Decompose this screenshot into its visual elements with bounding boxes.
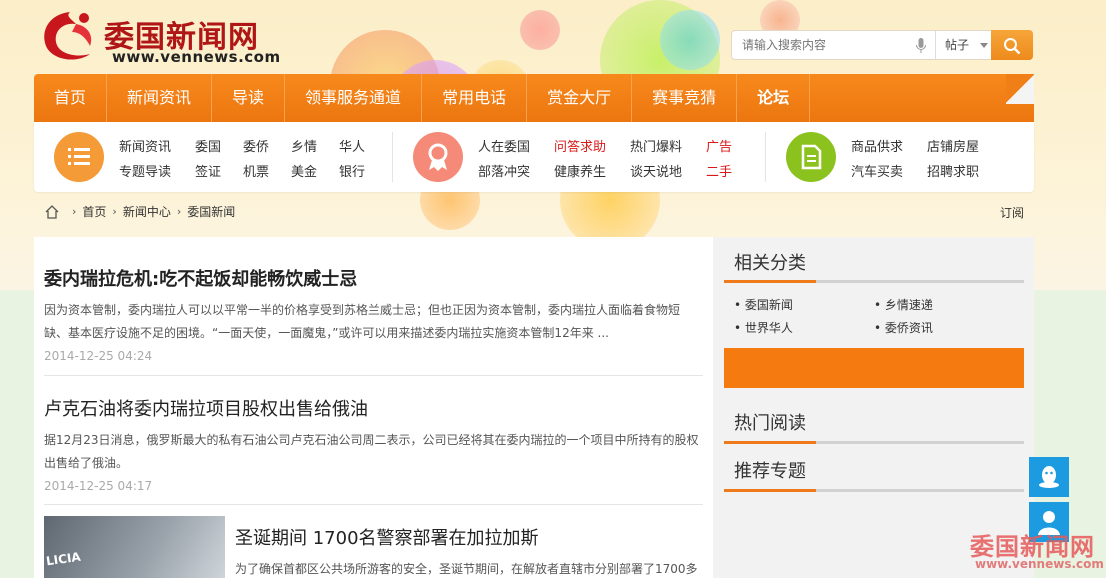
subnav-link[interactable]: 二手 (706, 161, 732, 180)
article-title[interactable]: 委内瑞拉危机:吃不起饭却能畅饮威士忌 (44, 265, 703, 291)
category-link[interactable]: • 委国新闻 (734, 296, 793, 313)
subnav-link[interactable]: 委国 (195, 136, 221, 155)
site-logo[interactable]: 委国新闻网 www.vennews.com (36, 6, 280, 66)
article-title[interactable]: 圣诞期间 1700名警察部署在加拉加斯 (235, 524, 703, 550)
watermark-url: www.vennews.com (975, 557, 1104, 571)
category-label: 乡情速递 (884, 298, 933, 312)
page-corner-decoration (1006, 74, 1034, 104)
chevron-right-icon: › (176, 205, 182, 218)
divider (765, 132, 766, 182)
subnav-link[interactable]: 机票 (243, 161, 269, 180)
subnav-link[interactable]: 人在委国 (478, 136, 530, 155)
subnav-link[interactable]: 汽车买卖 (851, 161, 903, 180)
news-category-icon (54, 132, 104, 182)
subnav-link[interactable]: 问答求助 (554, 136, 606, 155)
subnav-link[interactable]: 签证 (195, 161, 221, 180)
article-title[interactable]: 卢克石油将委内瑞拉项目股权出售给俄油 (44, 395, 703, 421)
search-bar: 帖子 (731, 30, 1033, 60)
market-category-icon (786, 132, 836, 182)
recommended-topics-heading: 推荐专题 (734, 461, 806, 482)
article-list: 委内瑞拉危机:吃不起饭却能畅饮威士忌 因为资本管制，委内瑞拉人可以以平常一半的价… (34, 237, 713, 578)
subnav-link[interactable]: 部落冲突 (478, 161, 530, 180)
category-link[interactable]: • 乡情速递 (874, 296, 933, 313)
category-link[interactable]: • 世界华人 (734, 319, 793, 336)
search-icon (1004, 38, 1021, 55)
qq-chat-button[interactable] (1029, 457, 1069, 497)
logo-mark-icon (44, 12, 92, 60)
breadcrumb-home[interactable]: 首页 (82, 203, 106, 220)
chevron-right-icon: › (112, 205, 117, 218)
article-thumbnail[interactable]: LICIA (44, 516, 225, 578)
logo-url: www.vennews.com (112, 48, 281, 66)
breadcrumb-news-center[interactable]: 新闻中心 (123, 203, 171, 220)
sidebar-banner[interactable] (724, 348, 1024, 388)
subnav-link[interactable]: 招聘求职 (927, 161, 979, 180)
decor-circle (520, 10, 560, 50)
subnav-link[interactable]: 华人 (339, 136, 365, 155)
search-scope-label: 帖子 (945, 38, 970, 52)
nav-item-betting[interactable]: 赛事竞猜 (632, 74, 738, 122)
category-label: 委国新闻 (744, 298, 793, 312)
subscribe-link[interactable]: 订阅 (1000, 204, 1024, 221)
article-summary: 为了确保首都区公共场所游客的安全，圣诞节期间，在解放者直辖市分别部署了1700多 (235, 562, 698, 576)
nav-item-forum[interactable]: 论坛 (737, 74, 811, 122)
heading-underline (724, 280, 1024, 283)
heading-underline (724, 441, 1024, 444)
article-summary: 据12月23日消息，俄罗斯最大的私有石油公司卢克石油公司周二表示，公司已经将其在… (44, 433, 699, 470)
subnav-link[interactable]: 乡情 (291, 136, 317, 155)
hot-reading-heading: 热门阅读 (734, 413, 806, 434)
microphone-icon[interactable] (916, 38, 926, 54)
search-scope-select[interactable]: 帖子 (935, 31, 991, 59)
community-category-icon (413, 132, 463, 182)
subnav-link[interactable]: 专题导读 (119, 161, 171, 180)
subnav-link[interactable]: 商品供求 (851, 136, 903, 155)
nav-item-bounty[interactable]: 赏金大厅 (527, 74, 633, 122)
breadcrumb: › 首页 › 新闻中心 › 委国新闻 (44, 203, 235, 220)
subnav-link[interactable]: 店铺房屋 (927, 136, 979, 155)
article-date: 2014-12-25 04:17 (44, 479, 153, 493)
article-date: 2014-12-25 04:24 (44, 349, 153, 363)
article-item: 圣诞期间 1700名警察部署在加拉加斯 为了确保首都区公共场所游客的安全，圣诞节… (235, 524, 703, 578)
subnav-link[interactable]: 谈天说地 (630, 161, 682, 180)
article-item: 委内瑞拉危机:吃不起饭却能畅饮威士忌 因为资本管制，委内瑞拉人可以以平常一半的价… (44, 265, 703, 363)
search-button[interactable] (991, 30, 1033, 60)
subnav-link[interactable]: 健康养生 (554, 161, 606, 180)
chevron-right-icon: › (72, 205, 77, 218)
article-summary: 因为资本管制，委内瑞拉人可以以平常一半的价格享受到苏格兰威士忌；但也正因为资本管… (44, 303, 681, 340)
heading-underline (724, 489, 1024, 492)
penguin-icon (1039, 466, 1059, 488)
chevron-down-icon (980, 43, 988, 48)
sub-nav: 新闻资讯 委国 委侨 乡情 华人 专题导读 签证 机票 美金 银行 人在委国 问… (34, 122, 1034, 192)
category-label: 世界华人 (744, 321, 793, 335)
nav-item-guide[interactable]: 导读 (212, 74, 286, 122)
subnav-link[interactable]: 广告 (706, 136, 732, 155)
subnav-link[interactable]: 新闻资讯 (119, 136, 171, 155)
nav-item-home[interactable]: 首页 (34, 74, 108, 122)
main-nav: 首页 新闻资讯 导读 领事服务通道 常用电话 赏金大厅 赛事竞猜 论坛 (34, 74, 1034, 122)
home-icon[interactable] (44, 204, 60, 220)
subnav-link[interactable]: 热门爆料 (630, 136, 682, 155)
subnav-link[interactable]: 银行 (339, 161, 365, 180)
breadcrumb-current[interactable]: 委国新闻 (187, 203, 235, 220)
divider (44, 375, 703, 376)
subnav-link[interactable]: 委侨 (243, 136, 269, 155)
related-categories-heading: 相关分类 (734, 253, 806, 274)
nav-item-consular[interactable]: 领事服务通道 (285, 74, 423, 122)
thumbnail-text: LICIA (45, 549, 82, 569)
nav-item-phones[interactable]: 常用电话 (422, 74, 528, 122)
subnav-link[interactable]: 美金 (291, 161, 317, 180)
decor-circle (660, 10, 720, 70)
article-item: 卢克石油将委内瑞拉项目股权出售给俄油 据12月23日消息，俄罗斯最大的私有石油公… (44, 395, 703, 493)
category-label: 委侨资讯 (884, 321, 933, 335)
category-link[interactable]: • 委侨资讯 (874, 319, 933, 336)
divider (392, 132, 393, 182)
search-input[interactable] (732, 31, 932, 59)
nav-item-news[interactable]: 新闻资讯 (107, 74, 213, 122)
divider (44, 504, 703, 505)
